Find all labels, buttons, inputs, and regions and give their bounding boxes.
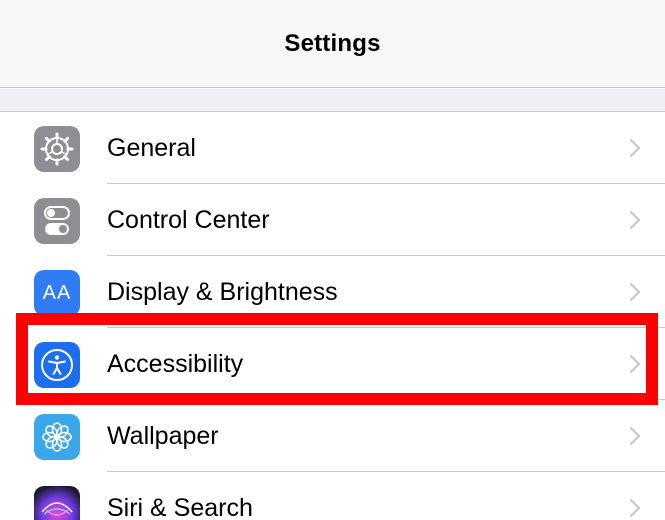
settings-screen: Settings General Control Center AA Displ…	[0, 0, 665, 520]
settings-row-label: Control Center	[107, 206, 270, 234]
flower-icon	[34, 414, 80, 460]
settings-row-wallpaper[interactable]: Wallpaper	[0, 400, 665, 472]
chevron-right-icon	[629, 210, 641, 230]
toggle-switches-icon	[34, 198, 80, 244]
text-size-icon: AA	[34, 270, 80, 316]
gear-icon	[34, 126, 80, 172]
settings-row-general[interactable]: General	[0, 112, 665, 184]
settings-row-control-center[interactable]: Control Center	[0, 184, 665, 256]
settings-row-label: Wallpaper	[107, 422, 219, 450]
group-separator	[0, 89, 665, 112]
settings-list: General Control Center AA Display & Brig…	[0, 112, 665, 520]
settings-row-label: General	[107, 134, 196, 162]
accessibility-person-icon	[34, 342, 80, 388]
page-title: Settings	[284, 29, 381, 57]
chevron-right-icon	[629, 282, 641, 302]
chevron-right-icon	[629, 354, 641, 374]
settings-row-display-brightness[interactable]: AA Display & Brightness	[0, 256, 665, 328]
settings-row-label: Accessibility	[107, 350, 244, 378]
siri-icon	[34, 486, 80, 520]
settings-row-accessibility[interactable]: Accessibility	[0, 328, 665, 400]
settings-row-label: Siri & Search	[107, 494, 253, 520]
navigation-bar: Settings	[0, 0, 665, 88]
settings-row-siri-search[interactable]: Siri & Search	[0, 472, 665, 520]
text-size-icon-glyph: AA	[42, 281, 72, 304]
chevron-right-icon	[629, 426, 641, 446]
chevron-right-icon	[629, 498, 641, 518]
chevron-right-icon	[629, 138, 641, 158]
settings-row-label: Display & Brightness	[107, 278, 338, 306]
